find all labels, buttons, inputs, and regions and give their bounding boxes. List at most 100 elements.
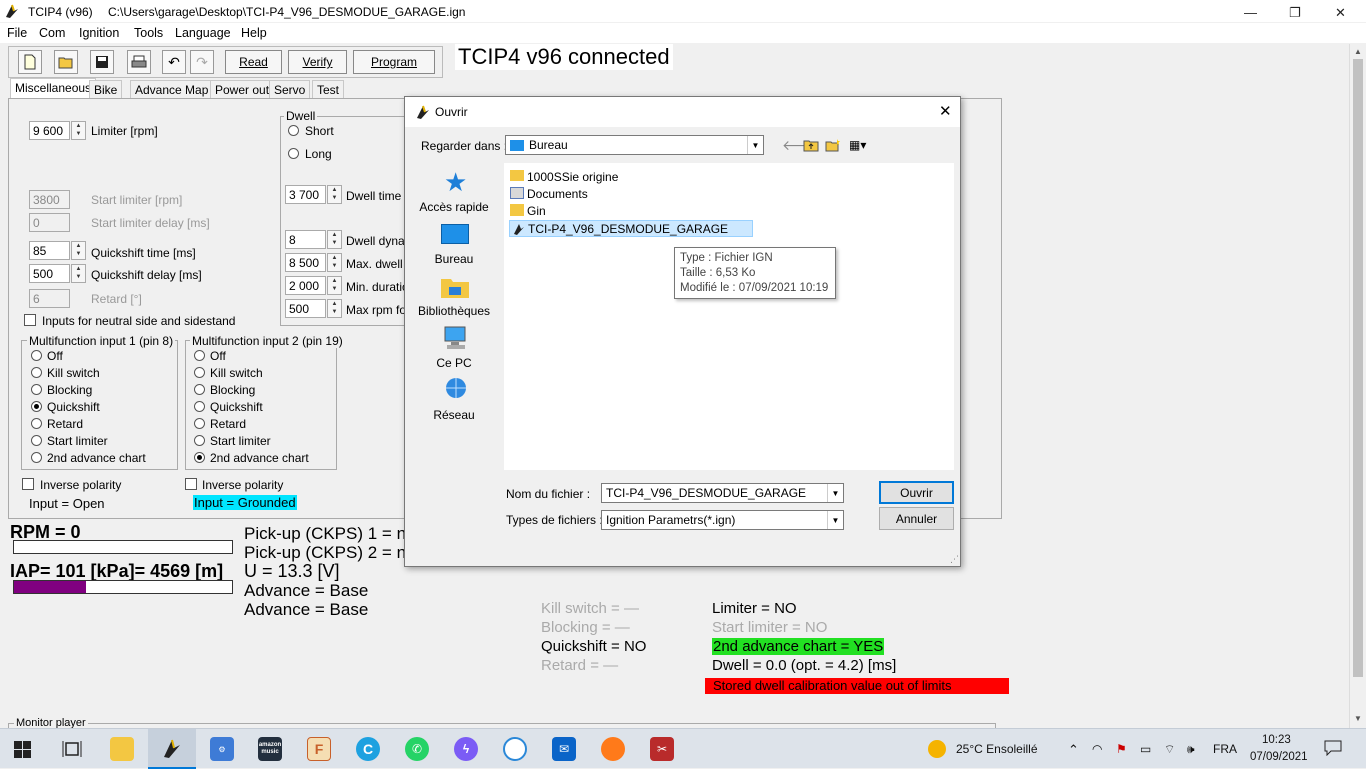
new-file-button[interactable] <box>18 50 42 74</box>
minimize-icon[interactable]: — <box>1244 5 1257 20</box>
mf1-radio-start-limiter[interactable] <box>31 435 42 446</box>
mf2-radio-kill-switch[interactable] <box>194 367 205 378</box>
file-explorer-icon[interactable] <box>110 737 134 761</box>
task-view-icon[interactable] <box>62 740 82 758</box>
max-dwell-input[interactable]: 8 500 <box>285 253 326 272</box>
scroll-up-icon[interactable]: ▲ <box>1354 47 1362 56</box>
notifications-icon[interactable] <box>1324 740 1342 756</box>
volume-icon[interactable]: 🕪 <box>1187 742 1195 757</box>
quickshift-delay-input[interactable]: 500 <box>29 264 70 283</box>
tab-servo[interactable]: Servo <box>269 80 311 98</box>
mf1-radio-blocking[interactable] <box>31 384 42 395</box>
menu-com[interactable]: Com <box>39 26 65 40</box>
windows-start-icon[interactable] <box>14 741 31 758</box>
file-item-tci-selected[interactable]: TCI-P4_V96_DESMODUE_GARAGE <box>509 220 753 237</box>
dwell-time-spinner[interactable]: ▲ ▼ <box>327 185 342 204</box>
mf2-radio-off[interactable] <box>194 350 205 361</box>
mf2-radio-quickshift[interactable] <box>194 401 205 412</box>
menu-ignition[interactable]: Ignition <box>79 26 119 40</box>
restore-icon[interactable]: ❐ <box>1289 5 1301 21</box>
scroll-down-icon[interactable]: ▼ <box>1354 714 1362 723</box>
main-scrollbar[interactable]: ▲ ▼ <box>1349 44 1366 728</box>
up-folder-icon[interactable] <box>803 138 819 152</box>
view-menu-icon[interactable]: ▦▾ <box>849 138 866 152</box>
mail-icon[interactable]: ✉ <box>552 737 576 761</box>
chevron-up-icon[interactable]: ⌃ <box>1068 742 1079 758</box>
new-folder-icon[interactable] <box>825 138 841 152</box>
max-rpm-input[interactable]: 500 <box>285 299 326 318</box>
snipping-tool-icon[interactable]: ✂ <box>650 737 674 761</box>
messenger-icon[interactable]: ϟ <box>454 737 478 761</box>
resize-grip-icon[interactable]: ⋰ <box>950 554 959 565</box>
retard-input[interactable]: 6 <box>29 289 70 308</box>
tab-test[interactable]: Test <box>312 80 345 98</box>
filename-input[interactable]: TCI-P4_V96_DESMODUE_GARAGE ▼ <box>601 483 844 503</box>
max-dwell-spinner[interactable]: ▲ ▼ <box>327 253 342 272</box>
chevron-down-icon[interactable]: ▼ <box>827 484 843 502</box>
open-file-button[interactable] <box>54 50 78 74</box>
weather-text[interactable]: 25°C Ensoleillé <box>956 742 1038 756</box>
mf2-radio-start-limiter[interactable] <box>194 435 205 446</box>
c-app-icon[interactable]: C <box>356 737 380 761</box>
redo-button[interactable]: ↷ <box>190 50 214 74</box>
mf1-radio-kill-switch[interactable] <box>31 367 42 378</box>
mf2-inverse-checkbox[interactable] <box>185 478 197 490</box>
quickshift-time-spinner[interactable]: ▲ ▼ <box>71 241 86 260</box>
amazon-music-icon[interactable]: amazon music <box>258 737 282 761</box>
tray-sync-icon[interactable]: ◠ <box>1092 742 1102 756</box>
language-indicator[interactable]: FRA <box>1213 742 1237 756</box>
dwell-time-input[interactable]: 3 700 <box>285 185 326 204</box>
quickshift-time-input[interactable]: 85 <box>29 241 70 260</box>
max-rpm-spinner[interactable]: ▲ ▼ <box>327 299 342 318</box>
dwell-dynamic-spinner[interactable]: ▲ ▼ <box>327 230 342 249</box>
save-button[interactable] <box>90 50 114 74</box>
dwell-short-radio[interactable] <box>288 125 299 136</box>
limiter-spinner[interactable]: ▲ ▼ <box>71 121 86 140</box>
tab-bike[interactable]: Bike <box>89 80 123 98</box>
network-icon[interactable]: ⌔ <box>1164 742 1175 757</box>
dialog-close-icon[interactable]: ✕ <box>939 102 952 120</box>
start-limiter-input[interactable]: 3800 <box>29 190 70 209</box>
print-button[interactable] <box>127 50 151 74</box>
dwell-dynamic-input[interactable]: 8 <box>285 230 326 249</box>
scrollbar-thumb[interactable] <box>1353 59 1363 677</box>
mf1-radio-off[interactable] <box>31 350 42 361</box>
undo-button[interactable]: ↶ <box>162 50 186 74</box>
cancel-button[interactable]: Annuler <box>879 507 954 530</box>
menu-language[interactable]: Language <box>175 26 231 40</box>
whatsapp-icon[interactable]: ✆ <box>405 737 429 761</box>
close-icon[interactable]: ✕ <box>1335 5 1346 21</box>
tray-alert-icon[interactable]: ⚑ <box>1116 742 1127 756</box>
clock-date[interactable]: 07/09/2021 <box>1250 751 1308 763</box>
tcip-tool-icon[interactable]: ⚙ <box>210 737 234 761</box>
neutral-inputs-checkbox[interactable] <box>24 314 36 326</box>
mf1-radio-retard[interactable] <box>31 418 42 429</box>
tab-advance-map[interactable]: Advance Map <box>130 80 214 98</box>
min-duration-input[interactable]: 2 000 <box>285 276 326 295</box>
menu-help[interactable]: Help <box>241 26 267 40</box>
limiter-input[interactable]: 9 600 <box>29 121 70 140</box>
program-button[interactable]: Program <box>353 50 435 74</box>
mf1-radio-2nd-advance-chart[interactable] <box>31 452 42 463</box>
open-button[interactable]: Ouvrir <box>879 481 954 504</box>
read-button[interactable]: Read <box>225 50 282 74</box>
mf2-radio-2nd-advance-chart[interactable] <box>194 452 205 463</box>
menu-tools[interactable]: Tools <box>134 26 163 40</box>
chevron-down-icon[interactable]: ▼ <box>827 511 843 529</box>
clock-time[interactable]: 10:23 <box>1262 734 1291 746</box>
tab-power-out[interactable]: Power out <box>210 80 275 98</box>
filetype-select[interactable]: Ignition Parametrs(*.ign) ▼ <box>601 510 844 530</box>
look-in-combo[interactable]: Bureau ▼ <box>505 135 764 155</box>
tcip4-taskbar-button[interactable] <box>148 729 196 769</box>
mf1-radio-quickshift[interactable] <box>31 401 42 412</box>
quickshift-delay-spinner[interactable]: ▲ ▼ <box>71 264 86 283</box>
chat-icon[interactable] <box>503 737 527 761</box>
mf2-radio-retard[interactable] <box>194 418 205 429</box>
start-limiter-delay-input[interactable]: 0 <box>29 213 70 232</box>
mf1-inverse-checkbox[interactable] <box>22 478 34 490</box>
battery-icon[interactable]: ▭ <box>1140 742 1151 756</box>
min-duration-spinner[interactable]: ▲ ▼ <box>327 276 342 295</box>
f-app-icon[interactable]: F <box>307 737 331 761</box>
firefox-icon[interactable] <box>601 737 625 761</box>
dwell-long-radio[interactable] <box>288 148 299 159</box>
